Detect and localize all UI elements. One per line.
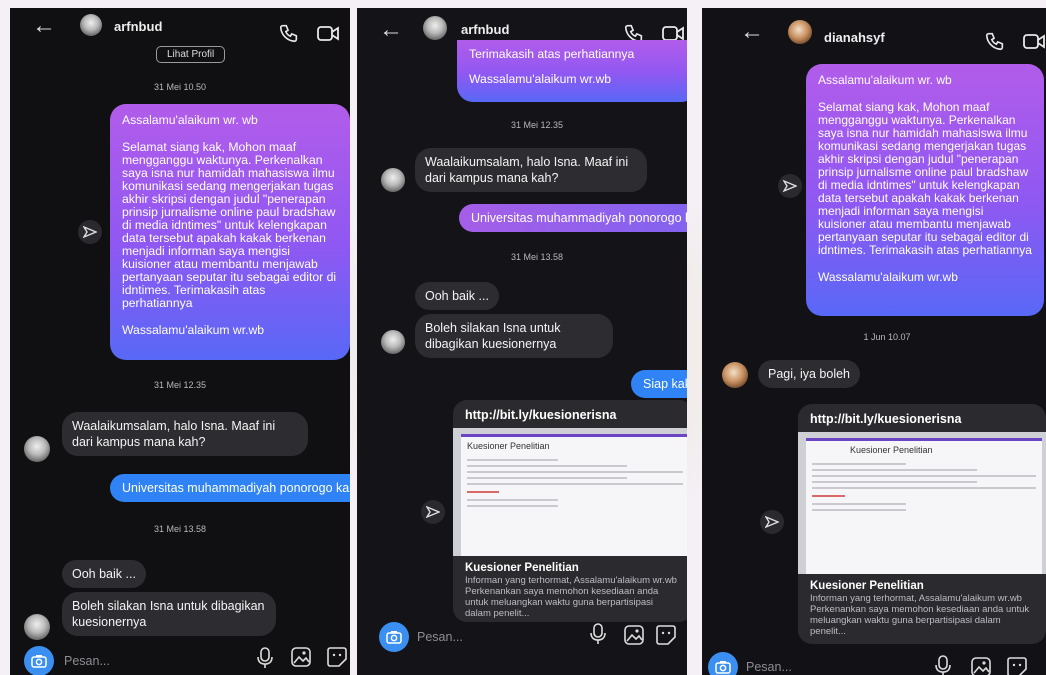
back-arrow-icon[interactable]: ← — [379, 16, 403, 44]
message-input[interactable]: Pesan... — [746, 660, 792, 674]
link-preview-image: Kuesioner Penelitian — [453, 428, 687, 556]
contact-name[interactable]: dianahsyf — [824, 30, 885, 45]
avatar[interactable] — [722, 362, 748, 388]
sent-message-bubble[interactable]: Assalamu'alaikum wr. wb Selamat siang ka… — [806, 64, 1044, 316]
sent-message-bubble[interactable]: Universitas muhammadiyah ponorogo kak — [110, 474, 350, 502]
contact-name[interactable]: arfnbud — [114, 19, 162, 34]
sent-message-bubble[interactable]: Terimakasih atas perhatiannya Wassalamu'… — [457, 40, 687, 102]
avatar[interactable] — [80, 14, 102, 36]
camera-icon[interactable] — [24, 646, 54, 675]
share-icon[interactable] — [778, 174, 802, 198]
message-closing: Wassalamu'alaikum wr.wb — [469, 72, 612, 86]
chat-screenshot-1: ← arfnbud Lihat Profil 31 Mei 10.50 Assa… — [10, 8, 350, 675]
microphone-icon[interactable] — [589, 622, 607, 646]
avatar[interactable] — [788, 20, 812, 44]
link-description: Informan yang terhormat, Assalamu'alaiku… — [465, 575, 677, 619]
timestamp: 31 Mei 12.35 — [510, 120, 564, 130]
received-message-bubble[interactable]: Boleh silakan Isna untuk dibagikan kuesi… — [62, 592, 276, 636]
link-preview-image: Kuesioner Penelitian — [798, 432, 1046, 574]
timestamp: 31 Mei 13.58 — [153, 524, 207, 534]
chat-screenshot-3: ← dianahsyf Assalamu'alaikum wr. wb Sela… — [702, 8, 1046, 675]
gallery-icon[interactable] — [623, 624, 645, 646]
link-preview-card[interactable]: http://bit.ly/kuesionerisna Kuesioner Pe… — [798, 404, 1046, 644]
sent-message-bubble[interactable]: Siap kak — [631, 370, 687, 398]
share-icon[interactable] — [760, 510, 784, 534]
timestamp: 1 Jun 10.07 — [863, 332, 911, 342]
sent-message-bubble[interactable]: Universitas muhammadiyah ponorogo kak — [459, 204, 687, 232]
message-greeting: Assalamu'alaikum wr. wb — [818, 73, 952, 87]
gallery-icon[interactable] — [970, 656, 992, 675]
link-preview-card[interactable]: http://bit.ly/kuesionerisna Kuesioner Pe… — [453, 400, 687, 622]
received-message-bubble[interactable]: Pagi, iya boleh — [758, 360, 861, 388]
link-url[interactable]: http://bit.ly/kuesionerisna — [453, 400, 687, 428]
microphone-icon[interactable] — [934, 654, 952, 675]
chat-screenshot-2: ← arfnbud Terimakasih atas perhatiannya … — [357, 8, 687, 675]
message-body: Selamat siang kak, Mohon maaf mengganggu… — [122, 140, 337, 310]
video-icon[interactable] — [1022, 32, 1046, 52]
phone-icon[interactable] — [984, 30, 1006, 52]
link-description: Informan yang terhormat, Assalamu'alaiku… — [810, 593, 1030, 637]
sticker-icon[interactable] — [655, 624, 677, 646]
sticker-icon[interactable] — [326, 646, 348, 668]
video-icon[interactable] — [316, 24, 340, 44]
message-text: Terimakasih atas perhatiannya — [469, 47, 635, 61]
received-message-bubble[interactable]: Ooh baik ... — [415, 282, 499, 310]
phone-icon[interactable] — [278, 22, 300, 44]
back-arrow-icon[interactable]: ← — [740, 18, 764, 46]
preview-title: Kuesioner Penelitian — [850, 445, 933, 455]
link-title: Kuesioner Penelitian — [810, 580, 924, 592]
timestamp: 31 Mei 13.58 — [510, 252, 564, 262]
avatar[interactable] — [24, 614, 50, 640]
microphone-icon[interactable] — [256, 646, 274, 670]
received-message-bubble[interactable]: Waalaikumsalam, halo Isna. Maaf ini dari… — [62, 412, 308, 456]
camera-icon[interactable] — [379, 622, 409, 652]
message-input[interactable]: Pesan... — [64, 654, 110, 668]
message-input[interactable]: Pesan... — [417, 630, 463, 644]
message-closing: Wassalamu'alaikum wr.wb — [818, 270, 958, 284]
avatar[interactable] — [381, 330, 405, 354]
received-message-bubble[interactable]: Ooh baik ... — [62, 560, 146, 588]
avatar[interactable] — [423, 16, 447, 40]
timestamp: 31 Mei 10.50 — [153, 82, 207, 92]
sent-message-bubble[interactable]: Assalamu'alaikum wr. wb Selamat siang ka… — [110, 104, 350, 360]
message-closing: Wassalamu'alaikum wr.wb — [122, 323, 265, 337]
avatar[interactable] — [24, 436, 50, 462]
gallery-icon[interactable] — [290, 646, 312, 668]
message-body: Selamat siang kak, Mohon maaf mengganggu… — [818, 100, 1032, 257]
sticker-icon[interactable] — [1006, 656, 1028, 675]
share-icon[interactable] — [78, 220, 102, 244]
link-url[interactable]: http://bit.ly/kuesionerisna — [798, 404, 1046, 432]
link-title: Kuesioner Penelitian — [465, 562, 579, 574]
received-message-bubble[interactable]: Boleh silakan Isna untuk dibagikan kuesi… — [415, 314, 613, 358]
share-icon[interactable] — [421, 500, 445, 524]
received-message-bubble[interactable]: Waalaikumsalam, halo Isna. Maaf ini dari… — [415, 148, 647, 192]
back-arrow-icon[interactable]: ← — [32, 12, 56, 40]
camera-icon[interactable] — [708, 652, 738, 675]
message-greeting: Assalamu'alaikum wr. wb — [122, 113, 258, 127]
view-profile-button[interactable]: Lihat Profil — [156, 46, 226, 63]
contact-name[interactable]: arfnbud — [461, 22, 509, 37]
avatar[interactable] — [381, 168, 405, 192]
timestamp: 31 Mei 12.35 — [153, 380, 207, 390]
preview-title: Kuesioner Penelitian — [467, 441, 550, 451]
